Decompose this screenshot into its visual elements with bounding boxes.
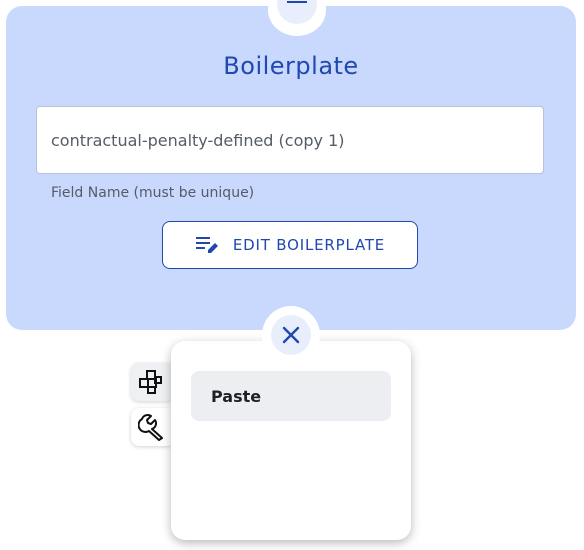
close-icon: [282, 326, 300, 344]
edit-boilerplate-label: EDIT BOILERPLATE: [232, 236, 386, 254]
field-name-input[interactable]: contractual-penalty-defined (copy 1): [36, 106, 544, 174]
context-menu-panel: Paste: [171, 341, 411, 540]
hamburger-menu-icon: [287, 1, 307, 3]
wrench-tool-button[interactable]: [131, 408, 175, 446]
blocks-tool-button[interactable]: [131, 363, 175, 401]
paste-menu-item[interactable]: Paste: [191, 371, 391, 421]
blocks-icon: [139, 370, 162, 394]
edit-list-icon: [195, 237, 218, 253]
card-title: Boilerplate: [223, 52, 359, 80]
edit-boilerplate-button[interactable]: EDIT BOILERPLATE: [162, 221, 418, 269]
boilerplate-card: Boilerplate contractual-penalty-defined …: [6, 0, 576, 330]
wrench-icon: [138, 413, 163, 441]
menu-button[interactable]: [277, 0, 317, 24]
menu-button-wrap: [268, 0, 326, 36]
close-button[interactable]: [271, 315, 311, 355]
close-button-wrap: [262, 306, 320, 364]
field-name-helper: Field Name (must be unique): [51, 185, 255, 201]
